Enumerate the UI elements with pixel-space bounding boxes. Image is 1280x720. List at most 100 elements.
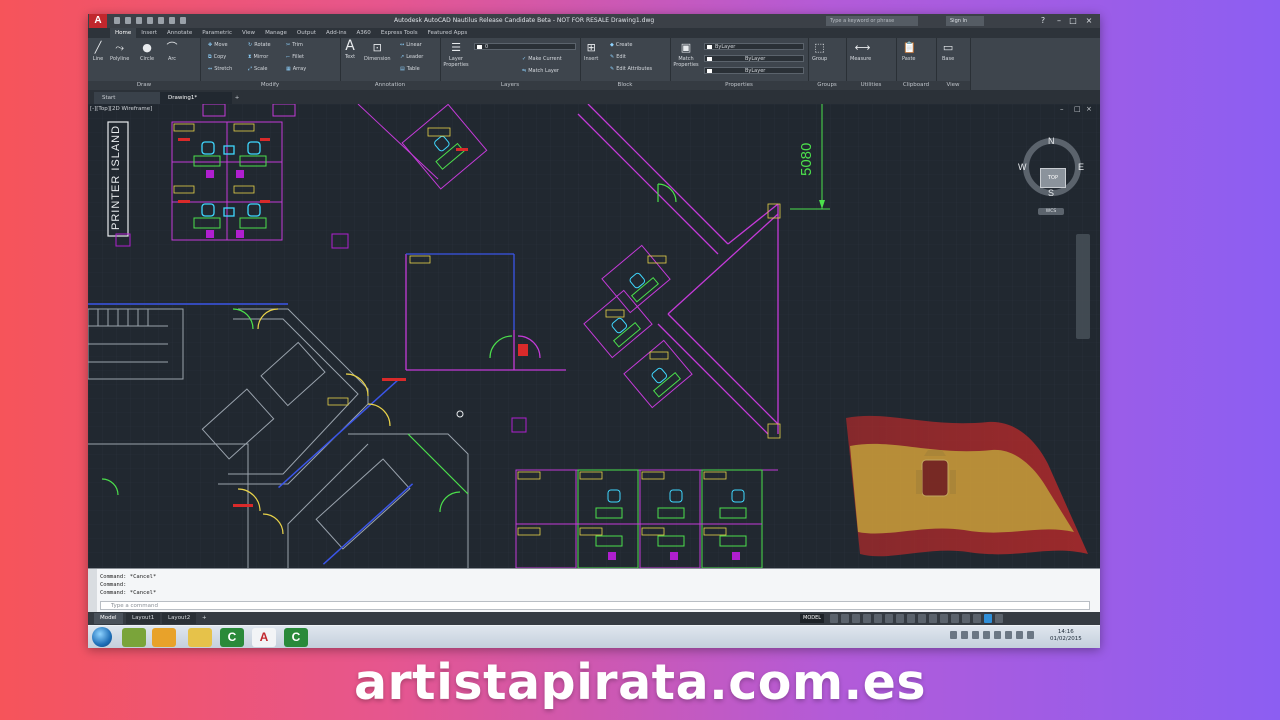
ortho-toggle-icon[interactable]	[852, 614, 860, 623]
taskbar-clock[interactable]: 14:16 01/02/2015	[1050, 629, 1082, 643]
viewcube-top[interactable]: TOP	[1040, 168, 1066, 188]
camtasia-taskbar-icon[interactable]: C	[220, 628, 244, 647]
maximize-icon[interactable]: □	[1068, 16, 1078, 26]
clipboard-panel-label[interactable]: Clipboard	[896, 81, 936, 90]
trim-tool[interactable]: ✂ Trim	[286, 42, 303, 49]
view-panel-label[interactable]: View	[936, 81, 970, 90]
ribbon-tab-a360[interactable]: A360	[352, 28, 376, 38]
clean-screen-icon[interactable]	[984, 614, 992, 623]
fillet-tool[interactable]: ⌐ Fillet	[286, 54, 304, 61]
mirror-tool[interactable]: ⧗ Mirror	[248, 54, 268, 61]
tray-language-icon[interactable]	[1005, 631, 1012, 639]
hardware-acceleration-icon[interactable]	[962, 614, 970, 623]
redo-icon[interactable]	[180, 17, 186, 24]
snap-toggle-icon[interactable]	[841, 614, 849, 623]
match-properties-button[interactable]: ▣ Match Properties	[672, 42, 700, 69]
tray-misc-icon[interactable]	[1027, 631, 1034, 639]
viewport-minimize-icon[interactable]: –	[1060, 105, 1064, 113]
tray-battery-icon[interactable]	[1016, 631, 1023, 639]
group-button[interactable]: ⬚ Group	[812, 42, 827, 63]
ribbon-tab-view[interactable]: View	[237, 28, 260, 38]
open-icon[interactable]	[125, 17, 131, 24]
ribbon-tab-output[interactable]: Output	[292, 28, 321, 38]
lineweight-dropdown[interactable]: ByLayer	[704, 67, 804, 74]
save-icon[interactable]	[136, 17, 142, 24]
layer-dropdown[interactable]: 0	[474, 43, 576, 50]
ribbon-tab-insert[interactable]: Insert	[136, 28, 162, 38]
modify-panel-label[interactable]: Modify	[200, 81, 340, 90]
ribbon-tab-home[interactable]: Home	[110, 28, 137, 38]
layout-tab-layout1[interactable]: Layout1	[126, 613, 161, 624]
stretch-tool[interactable]: ⇔ Stretch	[208, 66, 232, 73]
compass-east[interactable]: E	[1078, 162, 1084, 172]
folder-taskbar-icon[interactable]	[188, 628, 212, 647]
autocad-taskbar-icon[interactable]: A	[252, 628, 276, 647]
ribbon-tab-featured-apps[interactable]: Featured Apps	[423, 28, 473, 38]
quick-properties-icon[interactable]	[973, 614, 981, 623]
scale-tool[interactable]: ⤢ Scale	[248, 66, 267, 73]
block-panel-label[interactable]: Block	[580, 81, 670, 90]
start-button-icon[interactable]	[92, 627, 112, 647]
ribbon-tab-parametric[interactable]: Parametric	[197, 28, 237, 38]
close-icon[interactable]: ×	[1084, 16, 1094, 26]
edit-attributes-button[interactable]: ✎ Edit Attributes	[610, 66, 652, 73]
minimize-icon[interactable]: –	[1054, 16, 1064, 26]
otrack-toggle-icon[interactable]	[885, 614, 893, 623]
leader-tool[interactable]: ↗ Leader	[400, 54, 423, 61]
draw-panel-label[interactable]: Draw	[88, 81, 200, 90]
ribbon-tab-manage[interactable]: Manage	[260, 28, 292, 38]
grid-toggle-icon[interactable]	[830, 614, 838, 623]
media-player-taskbar-icon[interactable]	[152, 628, 176, 647]
undo-icon[interactable]	[169, 17, 175, 24]
make-current-button[interactable]: ✓ Make Current	[522, 56, 562, 63]
polyline-tool[interactable]: ⤳ Polyline	[110, 42, 129, 63]
annotation-scale-icon[interactable]	[907, 614, 915, 623]
match-layer-button[interactable]: ⇋ Match Layer	[522, 68, 559, 75]
command-window-grip[interactable]	[88, 569, 97, 613]
layer-properties-button[interactable]: ☰ Layer Properties	[442, 42, 470, 69]
help-icon[interactable]: ?	[1038, 16, 1048, 26]
layout-tab-layout2[interactable]: Layout2	[162, 613, 197, 624]
insert-block-button[interactable]: ⊞ Insert	[584, 42, 598, 63]
layout-tab-model[interactable]: Model	[94, 613, 123, 624]
customization-menu-icon[interactable]	[995, 614, 1003, 623]
table-tool[interactable]: ▤ Table	[400, 66, 420, 73]
viewport-restore-icon[interactable]: □	[1074, 105, 1081, 113]
circle-tool[interactable]: ● Circle	[140, 42, 154, 63]
explorer-taskbar-icon[interactable]	[122, 628, 146, 647]
compass-north[interactable]: N	[1048, 136, 1055, 146]
file-tab-drawing1[interactable]: Drawing1*	[160, 92, 232, 104]
rotate-tool[interactable]: ↻ Rotate	[248, 42, 271, 49]
linear-tool[interactable]: ↔ Linear	[400, 42, 422, 49]
paste-button[interactable]: 📋 Paste	[902, 42, 916, 63]
line-tool[interactable]: ╱ Line	[92, 42, 104, 63]
move-tool[interactable]: ✥ Move	[208, 42, 228, 49]
viewport-controls-label[interactable]: [-][Top][2D Wireframe]	[90, 106, 152, 112]
new-icon[interactable]	[114, 17, 120, 24]
linetype-dropdown[interactable]: ByLayer	[704, 55, 804, 62]
ribbon-tab-addins[interactable]: Add-ins	[321, 28, 352, 38]
polar-toggle-icon[interactable]	[863, 614, 871, 623]
model-space-button[interactable]: MODEL	[800, 614, 825, 623]
utilities-panel-label[interactable]: Utilities	[846, 81, 896, 90]
annotation-monitor-icon[interactable]	[929, 614, 937, 623]
color-dropdown[interactable]: ByLayer	[704, 43, 804, 50]
tray-flag-icon[interactable]	[972, 631, 979, 639]
camtasia-recorder-taskbar-icon[interactable]: C	[284, 628, 308, 647]
create-block-button[interactable]: ◆ Create	[610, 42, 632, 49]
tray-network-icon[interactable]	[950, 631, 957, 639]
isolate-objects-icon[interactable]	[951, 614, 959, 623]
drawing-canvas[interactable]: [-][Top][2D Wireframe] – □ × PRINTER ISL…	[88, 104, 1100, 568]
base-view-button[interactable]: ▭ Base	[942, 42, 954, 63]
search-input[interactable]: Type a keyword or phrase	[826, 16, 918, 26]
save-as-icon[interactable]	[147, 17, 153, 24]
ribbon-tab-express-tools[interactable]: Express Tools	[376, 28, 423, 38]
groups-panel-label[interactable]: Groups	[808, 81, 846, 90]
dimension-tool[interactable]: ⊡ Dimension	[364, 42, 391, 63]
print-icon[interactable]	[158, 17, 164, 24]
properties-panel-label[interactable]: Properties	[670, 81, 808, 90]
layers-panel-label[interactable]: Layers	[440, 81, 580, 90]
navigation-bar[interactable]	[1076, 234, 1090, 339]
units-icon[interactable]	[940, 614, 948, 623]
compass-west[interactable]: W	[1018, 162, 1027, 172]
